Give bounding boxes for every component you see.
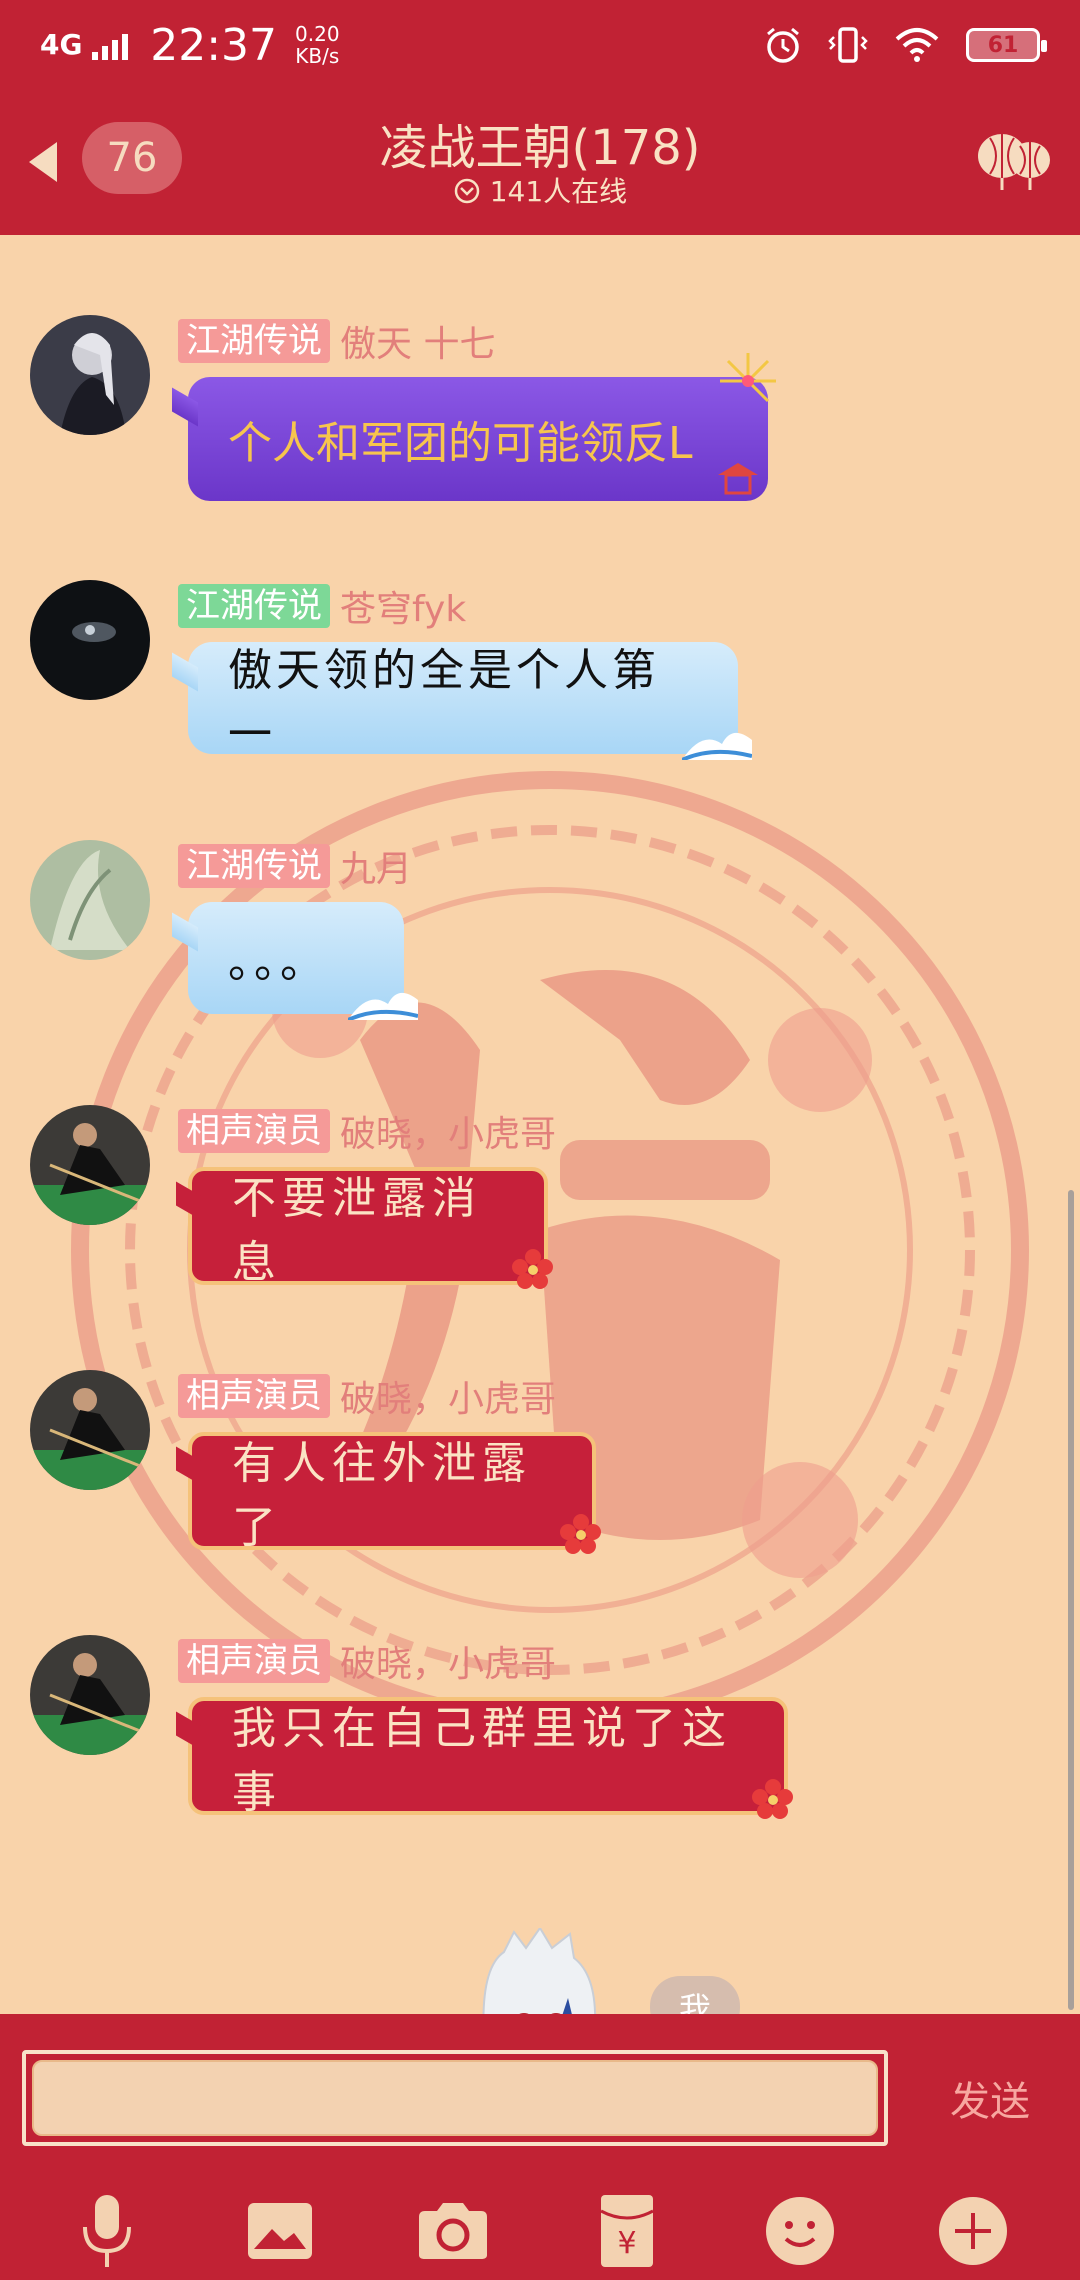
- avatar[interactable]: [30, 580, 150, 700]
- top-bar: 4G 22:37 0.20 KB/s 61 76 凌战王朝(178) 141人在…: [0, 0, 1080, 235]
- status-left: 4G 22:37 0.20 KB/s: [40, 20, 340, 71]
- wave-icon: [682, 732, 752, 760]
- group-menu-button[interactable]: [972, 124, 1062, 194]
- online-status[interactable]: 141人在线: [0, 170, 1080, 210]
- signal-bars-icon: [92, 33, 129, 60]
- avatar-image: [30, 1105, 150, 1225]
- message-bubble[interactable]: 我只在自己群里说了这事: [188, 1697, 793, 1819]
- sender-nickname[interactable]: 苍穹fyk: [340, 580, 466, 632]
- network-type: 4G: [40, 27, 83, 61]
- sender-nickname[interactable]: 破晓，小虎哥: [340, 1105, 556, 1157]
- sender-nickname[interactable]: 九月: [340, 840, 412, 892]
- message-bubble[interactable]: 。。。: [188, 902, 418, 1020]
- message-input[interactable]: [32, 2060, 878, 2136]
- emoji-icon: [765, 2197, 834, 2265]
- network-speed: 0.20 KB/s: [295, 23, 340, 67]
- avatar-image: [30, 840, 150, 960]
- sender-nickname[interactable]: 破晓，小虎哥: [340, 1635, 556, 1687]
- pavilion-icon: [718, 463, 758, 495]
- more-button[interactable]: [933, 2191, 1013, 2271]
- message-bubble[interactable]: 个人和军团的可能领反L: [188, 353, 776, 501]
- camera-button[interactable]: [413, 2191, 493, 2271]
- status-bar: 4G 22:37 0.20 KB/s 61: [0, 0, 1080, 90]
- svg-text:¥: ¥: [617, 2226, 636, 2261]
- member-title-tag: 江湖传说: [178, 319, 330, 363]
- network-speed-unit: KB/s: [295, 44, 340, 68]
- message-text: 。。。: [228, 937, 328, 988]
- chat-header: 76 凌战王朝(178) 141人在线: [0, 90, 1080, 235]
- group-title[interactable]: 凌战王朝(178): [0, 108, 1080, 178]
- input-bar: 发送 ¥: [0, 2014, 1080, 2280]
- wave-icon: [348, 992, 418, 1020]
- plum-blossom-icon: [560, 1514, 601, 1554]
- member-title-tag: 江湖传说: [178, 584, 330, 628]
- avatar[interactable]: [30, 1370, 150, 1490]
- message-bubble[interactable]: 有人往外泄露了: [188, 1432, 601, 1554]
- chevron-down-circle-icon: [454, 178, 480, 204]
- avatar[interactable]: [30, 315, 150, 435]
- online-count-text: 141人在线: [489, 175, 628, 208]
- image-button[interactable]: [240, 2191, 320, 2271]
- send-button[interactable]: 发送: [920, 2062, 1060, 2134]
- image-icon: [247, 2203, 312, 2259]
- plum-blossom-icon: [752, 1779, 793, 1819]
- member-title-tag: 江湖传说: [178, 844, 330, 888]
- member-title-tag: 相声演员: [178, 1109, 330, 1153]
- avatar[interactable]: [30, 840, 150, 960]
- plus-icon: [939, 2197, 1008, 2265]
- voice-button[interactable]: [67, 2191, 147, 2271]
- red-packet-button[interactable]: ¥: [587, 2191, 667, 2271]
- status-right: 61: [764, 25, 1047, 65]
- message-text: 不要泄露消息: [232, 1173, 482, 1288]
- signal-icon: 4G: [40, 27, 132, 61]
- camera-icon: [419, 2203, 488, 2259]
- avatar[interactable]: [30, 1635, 150, 1755]
- member-title-tag: 相声演员: [178, 1374, 330, 1418]
- clock: 22:37: [150, 19, 278, 71]
- microphone-icon: [82, 2195, 131, 2267]
- avatar-image: [30, 1635, 150, 1755]
- message-meta: 江湖传说 傲天 十七: [178, 315, 495, 367]
- message-input-frame: [22, 2050, 888, 2146]
- message-bubble[interactable]: 傲天领的全是个人第一: [188, 642, 752, 760]
- sender-nickname[interactable]: 傲天 十七: [340, 315, 495, 367]
- message-text: 傲天领的全是个人第一: [228, 645, 660, 760]
- member-title-tag: 相声演员: [178, 1639, 330, 1683]
- avatar[interactable]: [30, 1105, 150, 1225]
- battery-icon: 61: [966, 28, 1047, 62]
- avatar-image: [30, 1370, 150, 1490]
- plum-blossom-icon: [512, 1249, 553, 1289]
- avatar-image: [30, 315, 150, 435]
- message-bubble[interactable]: 不要泄露消息: [188, 1167, 553, 1289]
- firework-icon: [720, 353, 776, 403]
- message-meta: 相声演员 破晓，小虎哥: [178, 1105, 556, 1157]
- network-speed-value: 0.20: [295, 22, 340, 46]
- message-list[interactable]: 江湖传说 傲天 十七 个人和军团的可能领反L 江湖传说 苍穹fyk 傲天领的全是…: [0, 235, 1080, 2015]
- wifi-icon: [895, 28, 939, 62]
- emoji-button[interactable]: [760, 2191, 840, 2271]
- avatar-image: [30, 580, 150, 700]
- battery-level: 61: [987, 32, 1019, 58]
- input-toolbar: ¥: [0, 2182, 1080, 2280]
- message-meta: 江湖传说 苍穹fyk: [178, 580, 466, 632]
- message-text: 有人往外泄露了: [232, 1438, 532, 1553]
- vibrate-icon: [828, 27, 868, 63]
- alarm-icon: [767, 27, 799, 63]
- message-text: 个人和军团的可能领反L: [228, 418, 693, 469]
- red-packet-icon: ¥: [599, 2195, 654, 2267]
- message-meta: 相声演员 破晓，小虎哥: [178, 1635, 556, 1687]
- chat-scrollbar[interactable]: [1068, 1190, 1074, 2010]
- lantern-icon: [978, 134, 1050, 190]
- message-meta: 相声演员 破晓，小虎哥: [178, 1370, 556, 1422]
- message-meta: 江湖传说 九月: [178, 840, 412, 892]
- message-text: 我只在自己群里说了这事: [232, 1703, 732, 1818]
- sender-nickname[interactable]: 破晓，小虎哥: [340, 1370, 556, 1422]
